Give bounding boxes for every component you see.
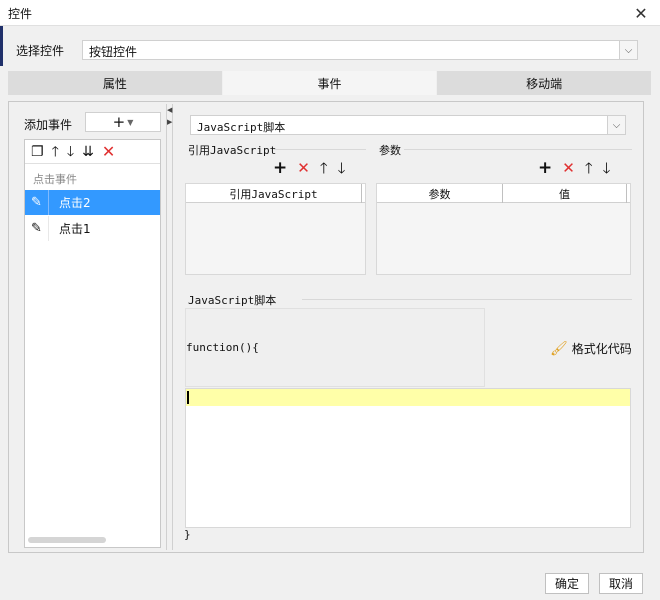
arrow-down-icon[interactable]: 🡓: [67, 145, 74, 159]
column-header-reference-js: 引用JavaScript: [186, 184, 362, 203]
expand-right-icon[interactable]: ▶: [167, 118, 172, 126]
arrow-up-icon[interactable]: 🡑: [52, 145, 59, 159]
move-to-bottom-icon[interactable]: ⇊: [82, 145, 94, 159]
title-bar: 控件 ✕: [0, 0, 660, 26]
tab-events[interactable]: 事件: [222, 71, 438, 95]
pane-splitter[interactable]: ◀ ▶: [166, 104, 173, 550]
delete-icon[interactable]: ✕: [562, 161, 575, 176]
event-toolbar: ❐ 🡑 🡓 ⇊ ✕: [25, 140, 160, 164]
add-icon[interactable]: +: [273, 160, 287, 177]
table-header: 引用JavaScript: [186, 184, 365, 203]
reference-js-toolbar: + ✕ 🡑 🡓: [273, 160, 345, 177]
control-select[interactable]: 按钮控件 ⌵: [82, 40, 638, 60]
add-event-label: 添加事件: [24, 118, 73, 132]
section-divider: [404, 149, 632, 150]
control-select-label: 选择控件: [16, 44, 65, 58]
tab-bar: 属性 事件 移动端: [8, 71, 653, 95]
close-icon[interactable]: ✕: [630, 2, 652, 24]
event-type-value: JavaScript脚本: [197, 121, 286, 134]
arrow-down-icon[interactable]: 🡓: [603, 161, 611, 176]
function-close-text: }: [184, 528, 191, 541]
pencil-icon: ✎: [25, 190, 49, 215]
params-toolbar: + ✕ 🡑 🡓: [538, 160, 610, 177]
section-divider: [302, 299, 632, 300]
event-category-label: 点击事件: [33, 173, 77, 186]
current-line-highlight: [186, 389, 630, 406]
event-item-label: 点击1: [59, 222, 91, 236]
column-header-param: 参数: [377, 184, 503, 203]
window-edge-accent: [0, 26, 3, 66]
params-table[interactable]: 参数 值: [376, 183, 631, 275]
chevron-down-icon[interactable]: ⌵: [607, 116, 625, 134]
event-item-click-1[interactable]: ✎ 点击1: [25, 216, 160, 241]
ok-button[interactable]: 确定: [545, 573, 589, 594]
collapse-left-icon[interactable]: ◀: [167, 106, 172, 114]
caret-down-icon: ▼: [127, 117, 134, 127]
brush-icon: 🖌: [550, 340, 568, 357]
add-event-button[interactable]: + ▼: [85, 112, 161, 132]
column-header-value: 值: [503, 184, 627, 203]
event-item-label: 点击2: [59, 196, 91, 210]
format-code-label: 格式化代码: [571, 342, 632, 356]
control-select-value: 按钮控件: [89, 45, 138, 59]
cancel-button[interactable]: 取消: [599, 573, 643, 594]
table-header: 参数 值: [377, 184, 630, 203]
arrow-down-icon[interactable]: 🡓: [338, 161, 346, 176]
params-title: 参数: [379, 144, 401, 157]
arrow-up-icon[interactable]: 🡑: [585, 161, 593, 176]
script-editor[interactable]: [185, 388, 631, 528]
horizontal-scrollbar[interactable]: [28, 537, 106, 543]
delete-icon[interactable]: ✕: [297, 161, 310, 176]
plus-icon: +: [112, 113, 126, 131]
event-list-panel: ❐ 🡑 🡓 ⇊ ✕ 点击事件 ✎ 点击2 ✎ 点击1: [24, 139, 161, 548]
arrow-up-icon[interactable]: 🡑: [320, 161, 328, 176]
js-script-title: JavaScript脚本: [188, 294, 277, 307]
event-type-select[interactable]: JavaScript脚本 ⌵: [190, 115, 626, 135]
window-title: 控件: [8, 7, 33, 21]
copy-icon[interactable]: ❐: [31, 145, 44, 159]
event-item-click-2[interactable]: ✎ 点击2: [25, 190, 160, 215]
text-caret: [187, 391, 189, 404]
reference-js-table[interactable]: 引用JavaScript: [185, 183, 366, 275]
reference-js-title: 引用JavaScript: [188, 144, 277, 157]
pencil-icon: ✎: [25, 216, 49, 241]
chevron-down-icon[interactable]: ⌵: [619, 41, 637, 59]
tab-properties[interactable]: 属性: [8, 71, 223, 95]
add-icon[interactable]: +: [538, 160, 552, 177]
format-code-button[interactable]: 🖌 格式化代码: [550, 340, 632, 357]
delete-icon[interactable]: ✕: [102, 143, 115, 160]
tab-mobile[interactable]: 移动端: [437, 71, 653, 95]
function-open-text: function(){: [186, 341, 259, 354]
section-divider: [274, 149, 366, 150]
